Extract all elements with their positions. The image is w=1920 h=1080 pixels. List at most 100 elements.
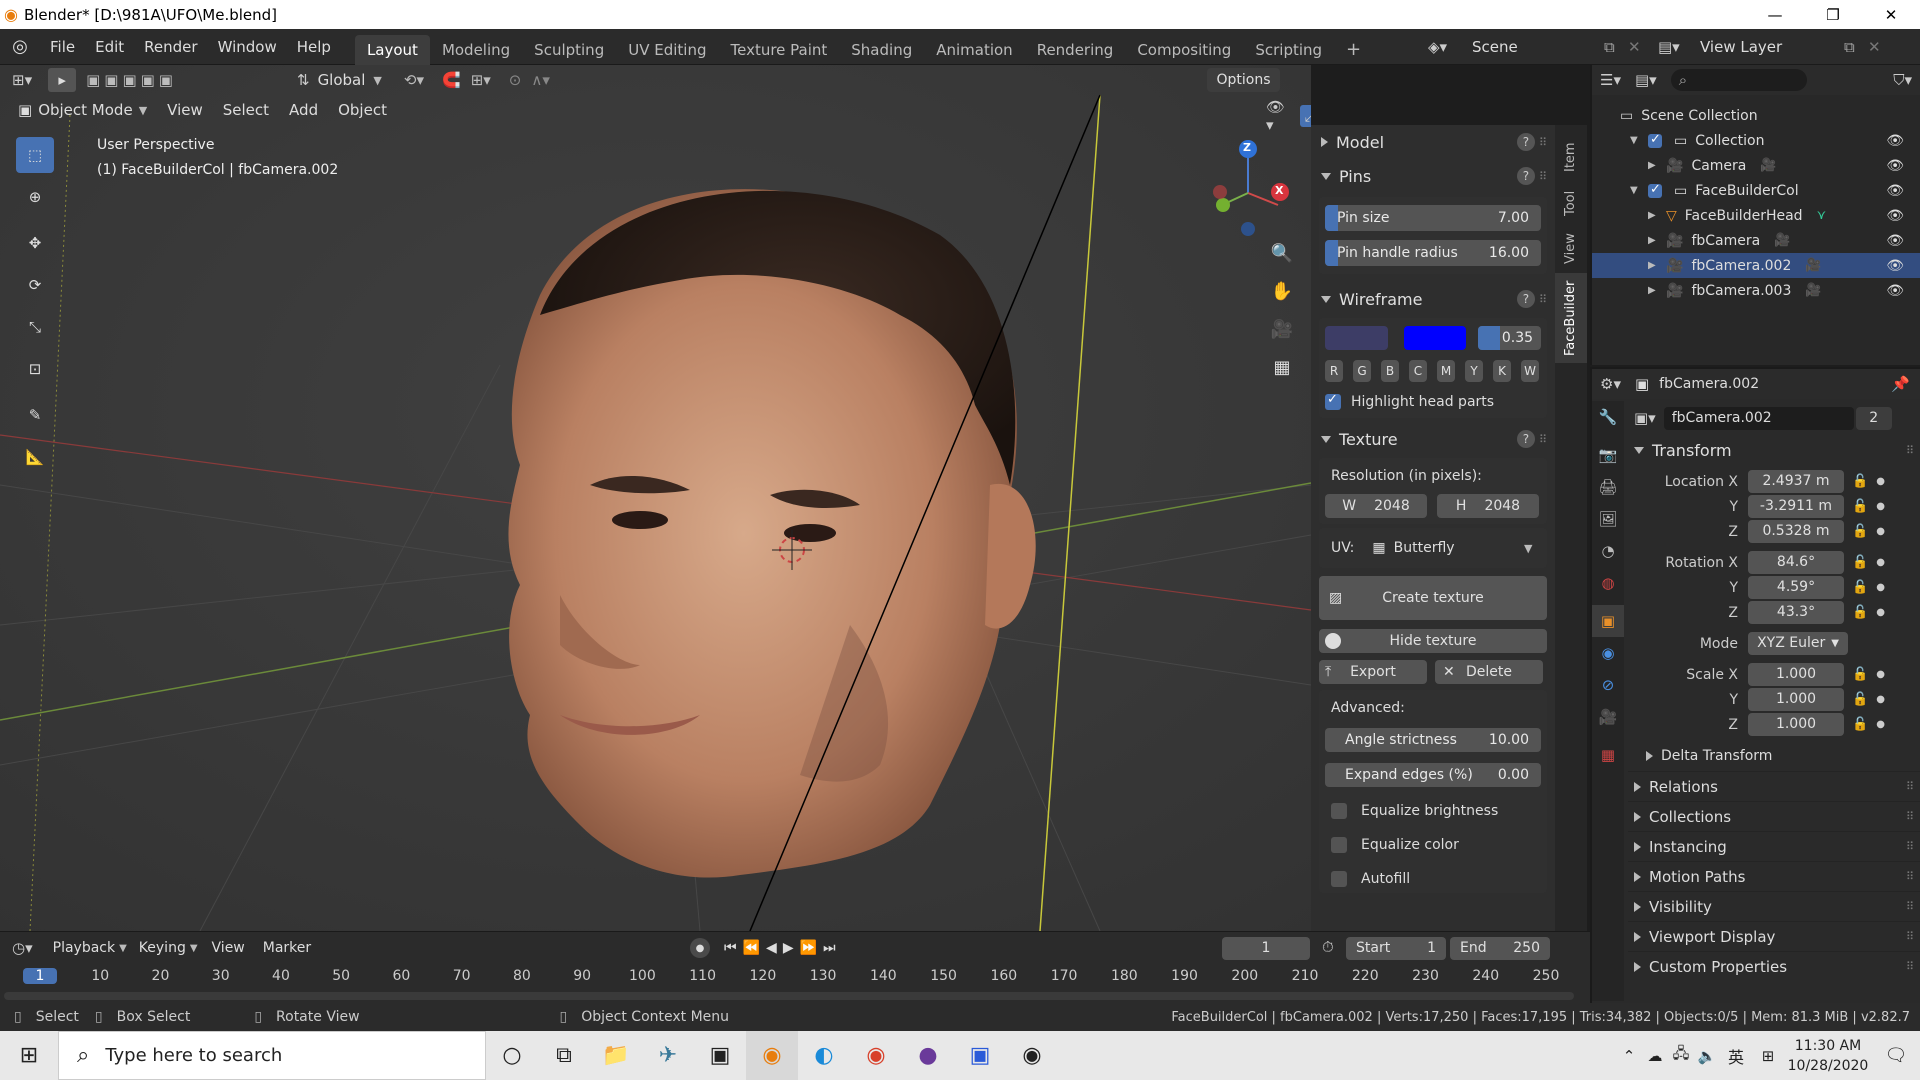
object-type-icon[interactable]: ▣▾	[1634, 409, 1656, 427]
location-z-field[interactable]: 0.5328 m	[1748, 520, 1844, 543]
visibility-eye-icon[interactable]: 👁	[1886, 233, 1904, 249]
collapse-triangle-icon[interactable]: ▶	[1648, 285, 1662, 296]
lock-icon[interactable]: 🔓	[1852, 499, 1868, 514]
resolution-height-field[interactable]: H 2048	[1437, 494, 1539, 518]
start-frame-field[interactable]: Start 1	[1346, 937, 1446, 960]
tab-tool[interactable]: Tool	[1555, 181, 1587, 225]
constraint-tab-icon[interactable]: ⊘	[1592, 669, 1624, 701]
wire-opacity-slider[interactable]: 0.35	[1478, 326, 1542, 350]
snap-icon[interactable]: 🧲	[442, 71, 461, 89]
help-icon[interactable]: ?	[1516, 290, 1535, 308]
frame-ruler[interactable]: 1 10 20 30 40 50 60 70 80 90 100 110 120 130 140 150 160…	[0, 966, 1590, 988]
outliner-item[interactable]: ▶ ▽ FaceBuilderHead ⋎ 👁	[1592, 203, 1920, 228]
lock-icon[interactable]: 🔓	[1852, 605, 1868, 620]
drag-handle-icon[interactable]: ⠿	[1906, 900, 1914, 913]
menu-window[interactable]: Window	[208, 29, 287, 65]
viewport-menu-view[interactable]: View	[157, 95, 213, 125]
menu-help[interactable]: Help	[287, 29, 341, 65]
outliner-item[interactable]: ▶ 🎥 Camera 🎥 👁	[1592, 153, 1920, 178]
autofill-checkbox[interactable]	[1331, 871, 1347, 887]
location-y-field[interactable]: -3.2911 m	[1748, 495, 1844, 518]
lock-icon[interactable]: 🔓	[1852, 580, 1868, 595]
notification-icon[interactable]: 🗨	[1872, 1045, 1920, 1066]
volume-icon[interactable]: 🔈	[1694, 1047, 1720, 1065]
expand-edges-slider[interactable]: Expand edges (%) 0.00	[1325, 763, 1541, 787]
properties-editor-icon[interactable]: ⚙▾	[1600, 375, 1621, 393]
equalize-color-row[interactable]: Equalize color	[1325, 837, 1541, 853]
mode-selector[interactable]: ▣ Object Mode ▼	[12, 98, 153, 122]
edge-icon[interactable]: ◐	[798, 1031, 850, 1080]
wire-button-m[interactable]: M	[1437, 360, 1455, 382]
drag-handle-icon[interactable]: ⠿	[1906, 840, 1914, 853]
collection-checkbox[interactable]	[1648, 132, 1662, 148]
file-explorer-icon[interactable]: 📁	[590, 1031, 642, 1080]
camera-data-icon[interactable]: 🎥	[1774, 233, 1790, 248]
outliner-item[interactable]: ▶ 🎥 fbCamera 🎥 👁	[1592, 228, 1920, 253]
stopwatch-icon[interactable]: ⏱	[1322, 938, 1334, 956]
camera-data-icon[interactable]: 🎥	[1760, 158, 1776, 173]
modifier-tab-icon[interactable]: ◉	[1592, 637, 1624, 669]
zoom-icon[interactable]: 🔍	[1266, 243, 1298, 281]
hide-texture-toggle[interactable]: Hide texture	[1319, 629, 1547, 653]
lock-icon[interactable]: 🔓	[1852, 524, 1868, 539]
drag-handle-icon[interactable]: ⠿	[1539, 433, 1547, 446]
collection-checkbox[interactable]	[1648, 182, 1662, 198]
camera-data-icon[interactable]: 🎥	[1805, 258, 1821, 273]
tab-facebuilder[interactable]: FaceBuilder	[1555, 273, 1587, 363]
tab-view[interactable]: View	[1555, 225, 1587, 273]
falloff-icon[interactable]: ∧▾	[531, 71, 550, 89]
outliner-item[interactable]: ▶ 🎥 fbCamera.002 🎥 👁	[1592, 253, 1920, 278]
drag-handle-icon[interactable]: ⠿	[1906, 780, 1914, 793]
expand-triangle-icon[interactable]: ▼	[1630, 185, 1644, 196]
end-frame-field[interactable]: End 250	[1450, 937, 1550, 960]
visibility-eye-icon[interactable]: 👁	[1886, 183, 1904, 199]
export-button[interactable]: ⤒ Export	[1319, 660, 1427, 684]
create-texture-button[interactable]: ▨ Create texture	[1319, 576, 1547, 620]
outliner-item[interactable]: ▼ ▭ Collection 👁	[1592, 128, 1920, 153]
transform-section-header[interactable]: Transform ⠿	[1628, 435, 1920, 465]
drag-handle-icon[interactable]: ⠿	[1906, 960, 1914, 973]
scale-y-field[interactable]: 1.000	[1748, 688, 1844, 711]
highlight-head-parts-checkbox[interactable]	[1325, 392, 1341, 410]
wire-button-b[interactable]: B	[1381, 360, 1399, 382]
pin-size-slider[interactable]: Pin size 7.00	[1325, 205, 1541, 231]
record-icon[interactable]: ●	[690, 938, 710, 958]
tray-expand-icon[interactable]: ⌃	[1616, 1047, 1642, 1065]
transform-orientation-dropdown[interactable]: Global	[318, 71, 366, 89]
camera-data-tab-icon[interactable]: 🎥	[1592, 701, 1624, 733]
chrome-icon[interactable]: ◉	[850, 1031, 902, 1080]
tab-modeling[interactable]: Modeling	[430, 35, 522, 65]
lock-icon[interactable]: 🔓	[1852, 717, 1868, 732]
onedrive-icon[interactable]: ☁	[1642, 1047, 1668, 1065]
pivot-point-icon[interactable]: ⟲▾	[404, 71, 424, 89]
visibility-eye-icon[interactable]: 👁	[1886, 133, 1904, 149]
properties-section-header[interactable]: Visibility ⠿	[1628, 891, 1920, 921]
properties-section-header[interactable]: Motion Paths ⠿	[1628, 861, 1920, 891]
jump-start-icon[interactable]: ⏮	[724, 940, 737, 956]
tab-sculpting[interactable]: Sculpting	[522, 35, 616, 65]
new-scene-icon[interactable]: ⧉	[1604, 38, 1628, 56]
options-dropdown[interactable]: Options	[1207, 68, 1280, 92]
collapse-triangle-icon[interactable]: ▶	[1648, 235, 1662, 246]
network-icon[interactable]: 🖧	[1668, 1043, 1694, 1068]
drag-handle-icon[interactable]: ⠿	[1906, 444, 1914, 457]
tab-animation[interactable]: Animation	[924, 35, 1024, 65]
delete-view-layer-icon[interactable]: ✕	[1868, 38, 1892, 56]
playback-menu[interactable]: Playback ▼	[53, 940, 127, 956]
transform-tool-icon[interactable]: ⊡	[16, 351, 54, 387]
clock[interactable]: 11:30 AM 10/28/2020	[1784, 1036, 1872, 1076]
filter-icon[interactable]: ⛉▾	[1893, 71, 1912, 89]
editor-type-icon[interactable]: ⊞▾	[12, 71, 32, 89]
delete-button[interactable]: ✕ Delete	[1435, 660, 1543, 684]
world-tab-icon[interactable]: ◍	[1592, 567, 1624, 599]
move-tool-icon[interactable]: ✥	[16, 225, 54, 261]
lock-icon[interactable]: 🔓	[1852, 555, 1868, 570]
drag-handle-icon[interactable]: ⠿	[1906, 930, 1914, 943]
keyframe-dot-icon[interactable]: ●	[1876, 694, 1885, 705]
gizmo-z-label[interactable]: Z	[1243, 141, 1251, 154]
taskbar-search-box[interactable]: ⌕ Type here to search	[58, 1031, 486, 1080]
pin-handle-radius-slider[interactable]: Pin handle radius 16.00	[1325, 240, 1541, 266]
visibility-eye-icon[interactable]: 👁	[1886, 283, 1904, 299]
section-model-header[interactable]: Model ? ⠿	[1311, 127, 1555, 157]
close-button[interactable]: ✕	[1862, 6, 1920, 24]
